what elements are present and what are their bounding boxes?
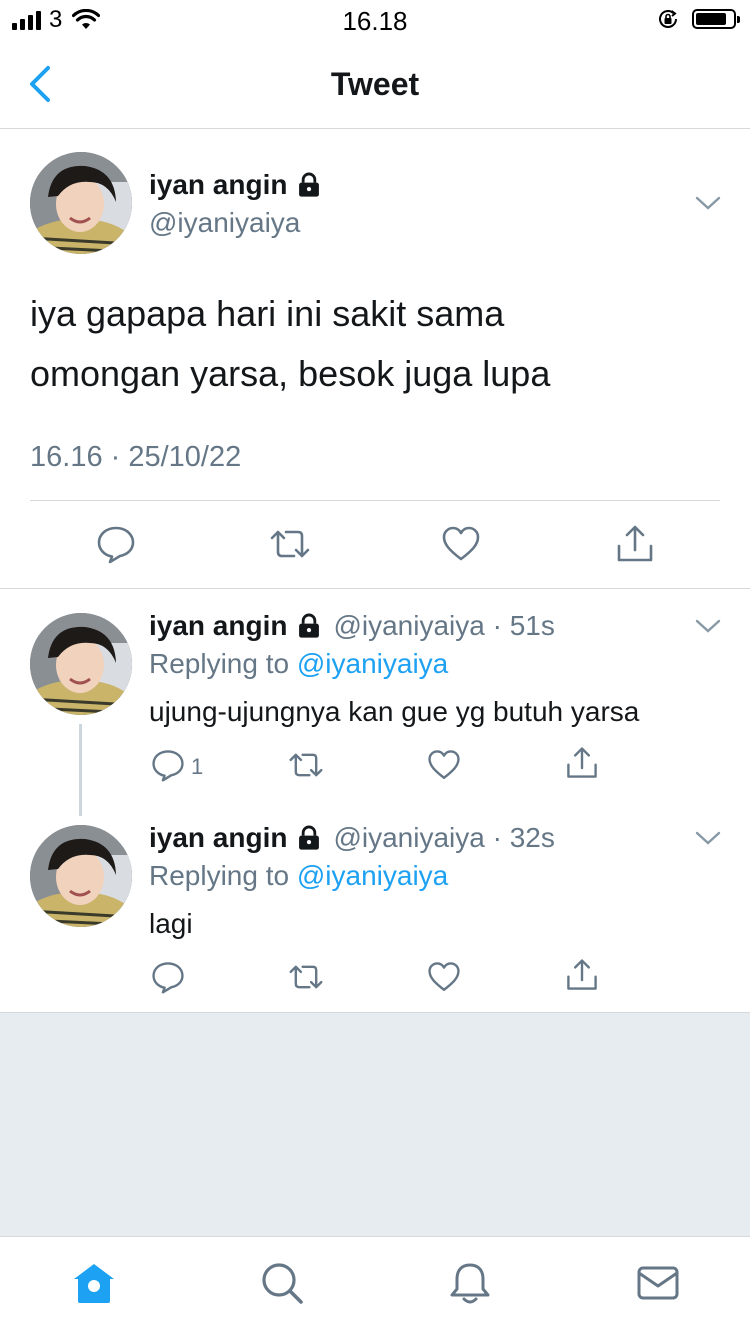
reply-tweet[interactable]: iyan angin @iyaniyaiya · 51s Replying to… (0, 610, 750, 810)
chevron-down-icon[interactable] (695, 830, 721, 846)
tweet-text: ujung-ujungnya kan gue yg butuh yarsa (149, 696, 640, 727)
like-icon[interactable] (427, 748, 461, 782)
replying-to: Replying to @iyaniyaiya (149, 648, 449, 679)
retweet-icon[interactable] (287, 748, 325, 782)
battery-icon (692, 9, 740, 29)
replying-to-link[interactable]: @iyaniyaiya (297, 648, 448, 679)
orientation-lock-icon (659, 10, 677, 28)
reply-icon[interactable] (151, 960, 185, 994)
share-icon[interactable] (565, 958, 599, 992)
lock-icon (299, 613, 320, 638)
tweet-text: iya gapapa hari ini sakit sama omongan y… (30, 293, 551, 394)
chevron-down-icon[interactable] (695, 618, 721, 634)
retweet-icon[interactable] (287, 960, 325, 994)
avatar[interactable] (30, 152, 132, 254)
home-icon[interactable] (70, 1259, 118, 1307)
tab-bar (0, 1236, 750, 1335)
bell-icon[interactable] (446, 1259, 494, 1307)
author-handle-time: @iyaniyaiya · 51s (333, 610, 555, 641)
avatar[interactable] (30, 825, 132, 927)
lock-icon (299, 172, 320, 197)
chevron-down-icon[interactable] (695, 195, 721, 211)
main-tweet: iyan angin @iyaniyaiya iya gapapa hari i… (0, 129, 750, 589)
mail-icon[interactable] (634, 1259, 682, 1307)
nav-bar: Tweet (0, 40, 750, 129)
status-bar: 3 16.18 (0, 0, 750, 40)
replying-to: Replying to @iyaniyaiya (149, 860, 449, 891)
avatar[interactable] (30, 613, 132, 715)
retweet-icon[interactable] (268, 524, 312, 564)
page-title: Tweet (330, 66, 420, 102)
share-icon[interactable] (565, 746, 599, 780)
author-name[interactable]: iyan angin (149, 822, 287, 854)
tweet-text: lagi (149, 908, 193, 939)
author-handle[interactable]: @iyaniyaiya (149, 207, 300, 239)
reply-icon[interactable] (96, 524, 136, 564)
author-name[interactable]: iyan angin (149, 169, 287, 201)
empty-area (0, 1013, 750, 1236)
share-icon[interactable] (615, 524, 655, 564)
author-handle-time: @iyaniyaiya · 32s (333, 822, 555, 853)
reply-icon[interactable] (151, 748, 185, 782)
lock-icon (299, 825, 320, 850)
like-icon[interactable] (441, 524, 481, 564)
status-time: 16.18 (342, 6, 408, 36)
reply-tweet[interactable]: iyan angin @iyaniyaiya · 32s Replying to… (0, 822, 750, 1012)
divider (30, 500, 720, 501)
tweet-timestamp: 16.16 · 25/10/22 (30, 441, 242, 473)
like-icon[interactable] (427, 960, 461, 994)
thread-line (79, 724, 82, 816)
author-name[interactable]: iyan angin (149, 610, 287, 642)
search-icon[interactable] (258, 1259, 306, 1307)
reply-count: 1 (191, 754, 204, 779)
replying-to-link[interactable]: @iyaniyaiya (297, 860, 448, 891)
